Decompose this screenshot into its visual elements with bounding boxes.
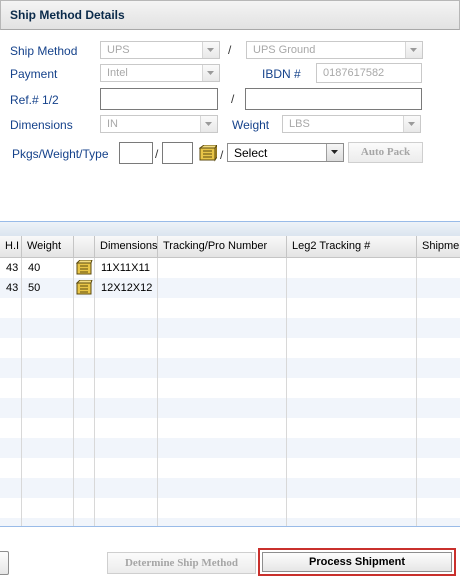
- weight-label: Weight: [232, 118, 270, 132]
- cell-hi: 43: [6, 282, 19, 294]
- dropdown-arrow-icon[interactable]: [200, 116, 217, 132]
- process-shipment-label: Process Shipment: [262, 552, 452, 572]
- empty-row: [0, 438, 460, 458]
- cell-weight: 50: [28, 282, 41, 294]
- table-row[interactable]: 43 40 11X11X11: [0, 258, 460, 278]
- dimensions-label: Dimensions: [10, 118, 73, 132]
- pkg-weight-input[interactable]: [162, 142, 193, 164]
- panel-title: Ship Method Details: [10, 8, 125, 22]
- empty-row: [0, 418, 460, 438]
- package-type-select[interactable]: Select: [227, 143, 344, 162]
- package-type-value: Select: [234, 146, 268, 160]
- cell-dimensions: 12X12X12: [101, 282, 153, 294]
- payment-label: Payment: [10, 67, 58, 81]
- empty-row: [0, 518, 460, 526]
- weight-unit-value: LBS: [289, 118, 310, 130]
- dimensions-select[interactable]: IN: [100, 115, 218, 133]
- table-row[interactable]: 43 50 12X12X12: [0, 278, 460, 298]
- column-divider: [157, 258, 158, 526]
- payment-value: Intel: [107, 67, 128, 79]
- column-header-weight[interactable]: Weight: [22, 236, 74, 257]
- separator-slash: /: [220, 148, 224, 162]
- ref1-input[interactable]: [100, 88, 218, 110]
- dropdown-arrow-icon[interactable]: [202, 65, 219, 81]
- empty-row: [0, 298, 460, 318]
- column-header-hi[interactable]: H.I: [0, 236, 22, 257]
- column-header-shipment[interactable]: Shipme: [417, 236, 460, 257]
- ibdn-label: IBDN #: [262, 67, 301, 81]
- cell-hi: 43: [6, 262, 19, 274]
- ship-method-label: Ship Method: [10, 44, 78, 58]
- ship-service-select[interactable]: UPS Ground: [246, 41, 423, 59]
- dimensions-value: IN: [107, 118, 118, 130]
- empty-row: [0, 458, 460, 478]
- left-button-edge[interactable]: [0, 551, 9, 575]
- empty-row: [0, 338, 460, 358]
- pkgs-label: Pkgs/Weight/Type: [12, 147, 109, 161]
- dropdown-arrow-icon[interactable]: [202, 42, 219, 58]
- separator-slash: /: [231, 92, 235, 106]
- column-header-leg2-tracking[interactable]: Leg2 Tracking #: [287, 236, 417, 257]
- column-divider: [416, 258, 417, 526]
- grid-toolbar: [0, 221, 460, 237]
- package-icon[interactable]: [199, 145, 217, 162]
- column-divider: [286, 258, 287, 526]
- ref-label: Ref.# 1/2: [10, 93, 59, 107]
- empty-row: [0, 318, 460, 338]
- column-header-tracking[interactable]: Tracking/Pro Number: [158, 236, 287, 257]
- process-shipment-button[interactable]: Process Shipment: [258, 548, 456, 576]
- determine-ship-method-button[interactable]: Determine Ship Method: [107, 552, 256, 574]
- dropdown-arrow-icon[interactable]: [403, 116, 420, 132]
- package-icon[interactable]: [76, 280, 93, 296]
- weight-unit-select[interactable]: LBS: [282, 115, 421, 133]
- auto-pack-button[interactable]: Auto Pack: [348, 142, 423, 163]
- package-icon[interactable]: [76, 260, 93, 276]
- empty-row: [0, 398, 460, 418]
- packages-grid: H.I Weight Dimensions Tracking/Pro Numbe…: [0, 236, 460, 527]
- separator-slash: /: [228, 43, 232, 57]
- payment-select[interactable]: Intel: [100, 64, 220, 82]
- ref2-input[interactable]: [245, 88, 422, 110]
- column-divider: [73, 258, 74, 526]
- panel-header: Ship Method Details: [0, 0, 460, 30]
- separator-slash: /: [155, 147, 159, 161]
- empty-row: [0, 378, 460, 398]
- cell-dimensions: 11X11X11: [101, 262, 150, 274]
- ship-service-value: UPS Ground: [253, 44, 316, 56]
- ship-method-select[interactable]: UPS: [100, 41, 220, 59]
- dropdown-arrow-icon[interactable]: [326, 144, 343, 161]
- column-header-dimensions[interactable]: Dimensions: [95, 236, 158, 257]
- ibdn-field[interactable]: 0187617582: [316, 63, 422, 83]
- empty-row: [0, 478, 460, 498]
- ship-method-value: UPS: [107, 44, 130, 56]
- column-divider: [21, 258, 22, 526]
- column-divider: [94, 258, 95, 526]
- column-header-icon[interactable]: [74, 236, 95, 257]
- cell-weight: 40: [28, 262, 41, 274]
- empty-row: [0, 358, 460, 378]
- pkgs-input[interactable]: [119, 142, 153, 164]
- ibdn-value: 0187617582: [323, 67, 385, 79]
- empty-row: [0, 498, 460, 518]
- grid-header: H.I Weight Dimensions Tracking/Pro Numbe…: [0, 236, 460, 258]
- dropdown-arrow-icon[interactable]: [405, 42, 422, 58]
